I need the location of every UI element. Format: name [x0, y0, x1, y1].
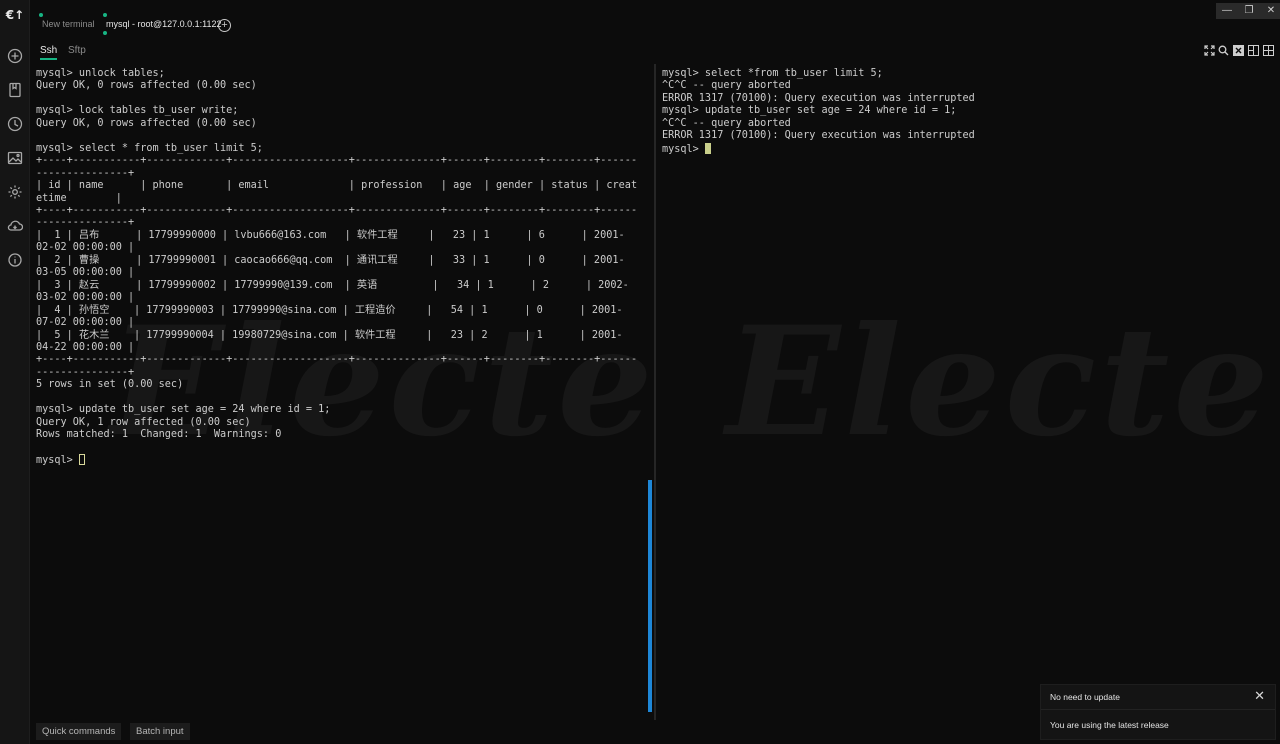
close-window-button[interactable]: ✕ [1260, 3, 1280, 19]
cloud-sync-icon[interactable] [7, 218, 23, 234]
batch-input-button[interactable]: Batch input [130, 723, 190, 740]
tab-sftp[interactable]: Sftp [68, 45, 86, 56]
split-vertical-icon[interactable] [1248, 45, 1259, 56]
bookmark-icon[interactable] [7, 82, 23, 98]
tab-status-dot [39, 13, 43, 17]
minimize-button[interactable]: — [1216, 3, 1238, 19]
terminal-pane-right[interactable]: Electerm mysql> select *from tb_user lim… [656, 64, 1280, 720]
notification-divider [1041, 709, 1275, 710]
terminal-text: mysql> unlock tables; Query OK, 0 rows a… [36, 68, 638, 467]
watermark-right: Electerm [726, 294, 1280, 470]
left-sidebar: €↑ [0, 0, 30, 744]
notification-message: You are using the latest release [1050, 720, 1169, 730]
session-subbar: Ssh Sftp [30, 38, 1280, 64]
terminal-pane-left[interactable]: Electerm mysql> unlock tables; Query OK,… [30, 64, 654, 720]
history-icon[interactable] [7, 116, 23, 132]
terminal-cursor [704, 142, 711, 154]
search-icon[interactable] [1218, 45, 1229, 56]
terminal-output-right[interactable]: mysql> select *from tb_user limit 5; ^C^… [662, 68, 975, 156]
app-logo: €↑ [5, 8, 25, 22]
restore-button[interactable]: ❐ [1238, 3, 1260, 19]
image-icon[interactable] [7, 150, 23, 166]
tab-status-dot [103, 13, 107, 17]
add-tab-button[interactable]: + [218, 19, 231, 32]
tab-new-terminal[interactable]: New terminal [39, 13, 95, 35]
gear-icon[interactable] [7, 184, 23, 200]
notification-title: No need to update [1050, 692, 1120, 702]
terminal-text: mysql> select *from tb_user limit 5; ^C^… [662, 68, 975, 155]
close-icon[interactable]: ✕ [1254, 688, 1265, 704]
terminal-output-left[interactable]: mysql> unlock tables; Query OK, 0 rows a… [36, 68, 637, 468]
tab-ssh[interactable]: Ssh [40, 45, 58, 60]
tab-mysql-session[interactable]: mysql - root@127.0.0.1:1122 [103, 13, 222, 35]
fullscreen-icon[interactable] [1204, 45, 1215, 56]
tab-label: mysql - root@127.0.0.1:1122 [106, 19, 222, 29]
terminal-cursor [78, 454, 85, 466]
add-circle-icon[interactable] [7, 48, 23, 64]
tab-label: New terminal [42, 19, 95, 29]
info-icon[interactable] [7, 252, 23, 268]
terminal-scrollbar[interactable] [648, 480, 652, 712]
tab-status-dot [103, 31, 107, 35]
update-notification: No need to update ✕ You are using the la… [1040, 684, 1276, 740]
quick-commands-button[interactable]: Quick commands [36, 723, 122, 740]
split-grid-icon[interactable] [1263, 45, 1274, 56]
tab-bar: New terminal mysql - root@127.0.0.1:1122… [30, 0, 1280, 38]
close-split-icon[interactable] [1233, 45, 1244, 56]
